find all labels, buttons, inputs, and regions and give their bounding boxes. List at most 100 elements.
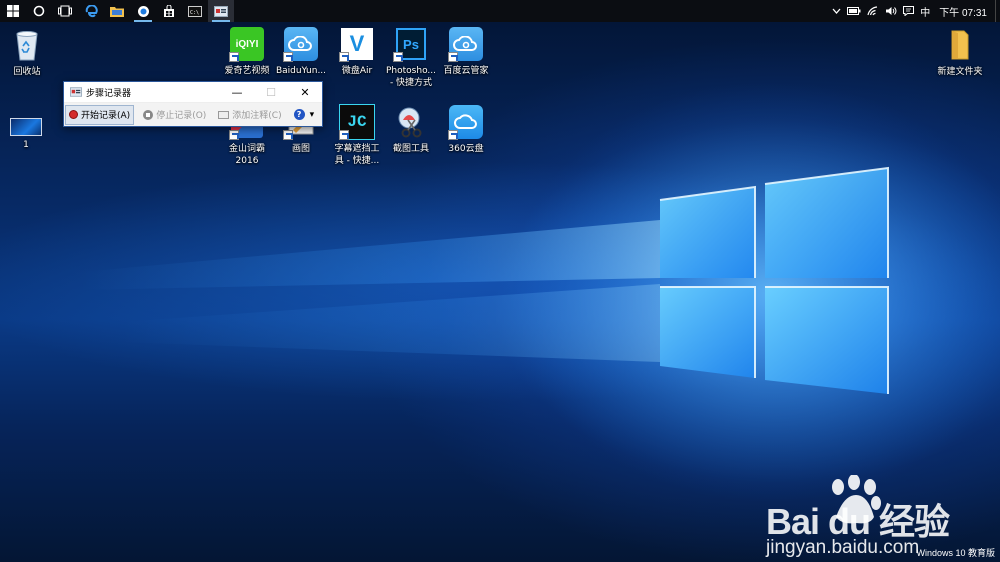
watermark-url: jingyan.baidu.com (766, 537, 920, 558)
iqiyi-icon: iQIYI (229, 26, 265, 62)
wifi-tray-button[interactable] (864, 0, 882, 22)
volume-tray-button[interactable] (882, 0, 900, 22)
weipan-icon: V (339, 26, 375, 62)
desktop-icon-recycle-bin[interactable]: 回收站 (0, 27, 58, 78)
start-record-button[interactable]: 开始记录(A) (65, 104, 135, 125)
cortana-circle-icon (33, 5, 45, 17)
desktop-icon-label: BaiduYun... (275, 66, 327, 76)
ime-indicator[interactable]: 中 (917, 0, 933, 22)
battery-icon (847, 7, 861, 15)
360-cloud-icon (448, 104, 484, 140)
windows-logo-icon (7, 5, 19, 17)
windows-edition-label: Windows 10 教育版 (916, 548, 995, 558)
desktop-icon-label: 1 (23, 140, 29, 150)
desktop-icon-label: 360云盘 (448, 144, 484, 154)
battery-tray-button[interactable] (844, 0, 864, 22)
cortana-button[interactable] (26, 0, 52, 22)
desktop-icon-weipan[interactable]: V 微盘Air (326, 26, 388, 77)
shortcut-arrow-icon (448, 130, 458, 140)
edge-icon (85, 4, 98, 17)
shortcut-arrow-icon (393, 52, 403, 62)
desktop-icon-baiduyun[interactable]: BaiduYun... (270, 26, 332, 77)
show-desktop-button[interactable] (995, 0, 1000, 22)
desktop-icon-subtitle-tool[interactable]: JC 字幕遮挡工 具 - 快捷... (326, 104, 388, 167)
svg-text:C:\: C:\ (190, 10, 199, 16)
desktop-icon-baidu-cloud-manager[interactable]: 百度云管家 (435, 26, 497, 77)
message-icon (903, 6, 915, 16)
recorder-toolbar: 开始记录(A) 停止记录(O) 添加注释(C) ? ▾ (64, 102, 322, 126)
window-titlebar[interactable]: 步骤记录器 — ☐ ✕ (64, 82, 322, 102)
baidu-cloud-icon (283, 26, 319, 62)
maximize-button: ☐ (266, 85, 276, 99)
system-tray: 中 下午 07:31 (828, 0, 1000, 22)
steps-recorder-icon (70, 87, 82, 97)
action-center-tray-button[interactable] (900, 0, 917, 22)
shortcut-arrow-icon (229, 52, 239, 62)
desktop-icon-label: 金山词霸 2016 (228, 144, 265, 166)
shortcut-arrow-icon (339, 130, 349, 140)
start-button[interactable] (0, 0, 26, 22)
taskbar: C:\ 中 下午 07:31 (0, 0, 1000, 22)
recycle-bin-icon (9, 27, 45, 63)
desktop-icon-label: 回收站 (13, 67, 41, 77)
cmd-icon: C:\ (188, 5, 202, 17)
desktop-icon-label: 新建文件夹 (937, 67, 983, 77)
desktop-icon-label: 爱奇艺视频 (224, 66, 270, 76)
add-comment-label: 添加注释(C) (232, 111, 282, 121)
show-hidden-icons-button[interactable] (828, 0, 844, 22)
close-button[interactable]: ✕ (288, 82, 322, 102)
shortcut-arrow-icon (283, 130, 293, 140)
desktop-icon-snipping-tool[interactable]: 截图工具 (380, 104, 442, 155)
shortcut-arrow-icon (339, 52, 349, 62)
baidu-cloud-manager-icon (448, 26, 484, 62)
desktop-icon-label: Photosho... - 快捷方式 (386, 66, 436, 88)
volume-icon (886, 7, 897, 15)
record-icon (69, 110, 78, 119)
desktop-icon-label: 画图 (291, 144, 310, 154)
desktop-icon-360-cloud[interactable]: 360云盘 (435, 104, 497, 155)
file-explorer-app[interactable] (104, 0, 130, 22)
desktop-icon-iqiyi[interactable]: iQIYI 爱奇艺视频 (216, 26, 278, 77)
desktop-icon-photoshop[interactable]: Ps Photosho... - 快捷方式 (380, 26, 442, 89)
folder-icon (942, 27, 978, 63)
photoshop-icon: Ps (393, 26, 429, 62)
window-title: 步骤记录器 (86, 88, 132, 99)
dropdown-arrow-icon[interactable]: ▾ (310, 110, 315, 120)
chevron-up-icon (832, 8, 841, 14)
snipping-tool-icon (393, 104, 429, 140)
browser-app[interactable] (130, 0, 156, 22)
desktop-icon-label: 微盘Air (341, 66, 373, 76)
desktop-icon-1[interactable]: 1 (0, 118, 57, 151)
shortcut-arrow-icon (229, 130, 239, 140)
shortcut-arrow-icon (283, 52, 293, 62)
steps-recorder-window: 步骤记录器 — ☐ ✕ 开始记录(A) 停止记录(O) 添加注释(C) ? ▾ (63, 81, 323, 127)
folder-icon (110, 6, 124, 17)
shortcut-arrow-icon (448, 52, 458, 62)
steps-recorder-app[interactable] (208, 0, 234, 22)
wifi-icon (867, 6, 878, 16)
browser-icon (137, 5, 149, 17)
stop-record-label: 停止记录(O) (156, 111, 207, 121)
screenshot-thumbnail-icon (8, 118, 44, 136)
cmd-app[interactable]: C:\ (182, 0, 208, 22)
desktop-icon-label: 字幕遮挡工 具 - 快捷... (334, 144, 380, 166)
help-button[interactable]: ? ▾ (291, 105, 318, 125)
stop-icon (143, 109, 154, 120)
store-icon (164, 4, 174, 17)
steps-recorder-icon (214, 5, 228, 17)
edge-app[interactable] (78, 0, 104, 22)
clock[interactable]: 下午 07:31 (933, 0, 995, 22)
task-view-button[interactable] (52, 0, 78, 22)
start-record-label: 开始记录(A) (81, 111, 131, 121)
help-icon: ? (293, 109, 305, 120)
add-comment-button: 添加注释(C) (215, 105, 284, 125)
desktop-icon-label: 百度云管家 (443, 66, 489, 76)
subtitle-tool-icon: JC (339, 104, 375, 140)
desktop-icon-label: 截图工具 (392, 144, 429, 154)
store-app[interactable] (156, 0, 182, 22)
desktop-icon-new-folder[interactable]: 新建文件夹 (929, 27, 991, 78)
comment-icon (218, 110, 230, 119)
task-view-icon (58, 5, 72, 17)
stop-record-button: 停止记录(O) (140, 105, 209, 125)
minimize-button[interactable]: — (220, 82, 254, 102)
